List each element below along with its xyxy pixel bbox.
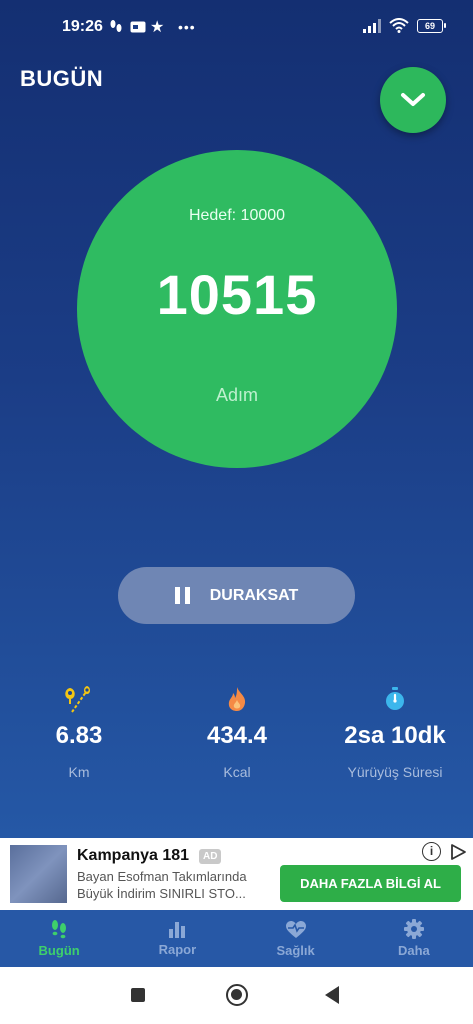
heart-pulse-icon [285, 920, 306, 938]
calories-value: 434.4 [206, 722, 268, 749]
bottom-tab-bar: Bugün Rapor Sağlık Daha [0, 910, 473, 967]
signal-icon [363, 18, 381, 33]
bar-chart-icon [169, 922, 186, 938]
home-button[interactable] [226, 984, 248, 1006]
card-notification-icon [130, 17, 146, 37]
calories-label: Kcal [223, 764, 251, 780]
ad-thumbnail[interactable] [10, 845, 67, 903]
ad-cta-button[interactable]: DAHA FAZLA BİLGİ AL [280, 865, 461, 902]
wifi-icon [389, 18, 409, 33]
duration-label: Yürüyüş Süresi [347, 764, 443, 780]
step-unit-label: Adım [215, 385, 258, 405]
ad-badge: AD [199, 849, 222, 864]
gear-icon [403, 919, 424, 939]
system-navigation-bar [0, 967, 473, 1024]
stat-duration: 2sa 10dk Yürüyüş Süresi [316, 684, 473, 780]
back-button[interactable] [325, 986, 339, 1004]
pause-button-label: DURAKSAT [209, 586, 299, 604]
tab-more[interactable]: Daha [355, 910, 473, 967]
ad-title[interactable]: Kampanya 181 [77, 847, 189, 865]
footsteps-notification-icon [108, 17, 124, 37]
goal-label: Hedef: 10000 [188, 207, 286, 224]
star-notification-icon: ★ [150, 19, 165, 36]
flame-icon [158, 684, 316, 714]
tab-health-label: Sağlık [276, 942, 315, 958]
stat-distance: 6.83 Km [0, 684, 158, 780]
ad-choices-icon[interactable] [450, 843, 467, 861]
tab-report[interactable]: Rapor [118, 910, 236, 967]
step-count: 10515 [156, 263, 318, 326]
pause-icon [174, 587, 190, 604]
tab-health[interactable]: Sağlık [237, 910, 355, 967]
ad-banner[interactable]: Kampanya 181 AD Bayan Esofman Takımların… [0, 838, 473, 910]
chevron-down-icon [401, 93, 425, 106]
tab-report-label: Rapor [158, 942, 197, 957]
distance-label: Km [68, 764, 90, 780]
duration-value: 2sa 10dk [344, 722, 446, 749]
pause-button[interactable]: DURAKSAT [118, 567, 355, 624]
tab-today[interactable]: Bugün [0, 910, 118, 967]
ad-info-icon[interactable]: i [422, 842, 441, 861]
more-notifications-icon: ••• [178, 19, 196, 35]
step-progress-circle: Hedef: 10000 10515 Adım [77, 150, 397, 468]
stat-calories: 434.4 Kcal [158, 684, 316, 780]
status-bar: 19:26 ★ ••• 69 [0, 0, 473, 56]
location-pins-icon [0, 684, 158, 714]
tab-today-label: Bugün [38, 943, 80, 958]
ad-description-line1: Bayan Esofman Takımlarında [77, 869, 247, 884]
tab-more-label: Daha [397, 943, 430, 958]
stopwatch-icon [316, 684, 473, 714]
distance-value: 6.83 [55, 722, 103, 749]
battery-icon: 69 [417, 18, 446, 33]
status-time: 19:26 [62, 18, 103, 35]
footsteps-icon [52, 920, 67, 939]
recent-apps-button[interactable] [131, 988, 145, 1002]
page-title: BUGÜN [20, 66, 104, 91]
status-right: 69 [363, 18, 446, 33]
ad-description-line2: Büyük İndirim SINIRLI STO... [77, 886, 246, 901]
collapse-button[interactable] [380, 67, 446, 133]
